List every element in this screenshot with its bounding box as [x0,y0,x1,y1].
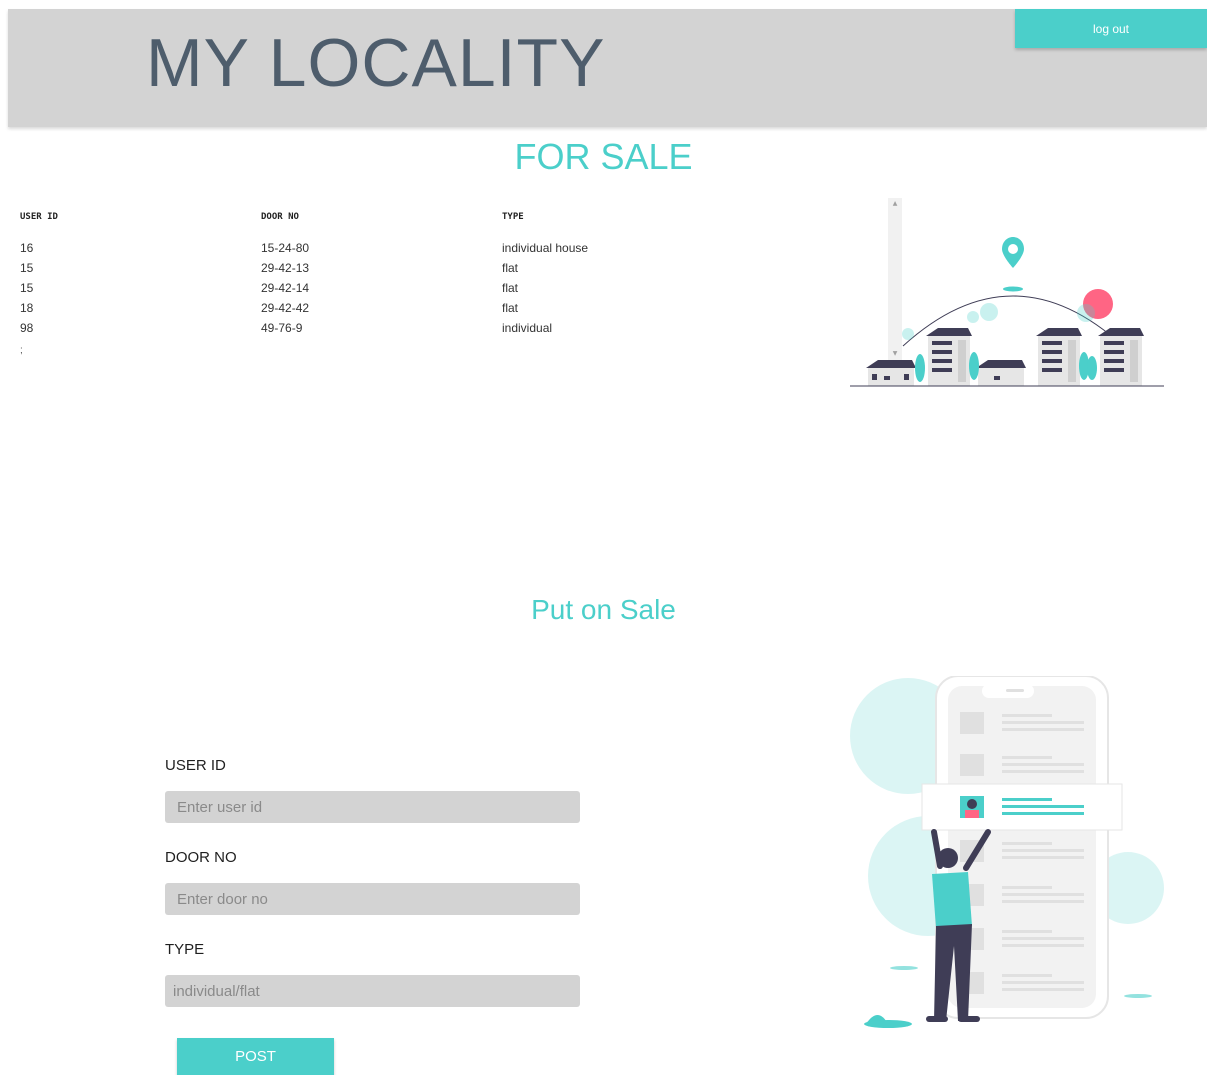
cell-user-id: 15 [20,261,34,275]
phone-illustration [850,676,1164,1028]
table-row: 18 29-42-42 flat [20,298,702,318]
cell-type: flat [502,261,519,275]
table-row: 15 29-42-14 flat [20,278,702,298]
cell-user-id: 15 [20,281,34,295]
column-header-type: TYPE [502,212,524,222]
cell-type: flat [502,281,519,295]
avatar-icon [960,796,984,818]
put-on-sale-title: Put on Sale [531,594,676,625]
cell-type: flat [502,301,519,315]
cell-door-no: 29-42-42 [261,301,310,315]
for-sale-table: USER ID DOOR NO TYPE 16 15-24-80 individ… [20,212,702,338]
stray-text: ; [20,345,23,356]
cell-door-no: 29-42-13 [261,261,310,275]
post-button[interactable]: POST [177,1038,334,1075]
column-header-door-no: DOOR NO [261,212,299,222]
cell-door-no: 49-76-9 [261,321,303,335]
table-row: 16 15-24-80 individual house [20,238,702,258]
type-input[interactable] [165,975,580,1007]
cell-door-no: 29-42-14 [261,281,310,295]
column-header-user-id: USER ID [20,212,58,222]
site-title: MY LOCALITY [146,25,606,101]
door-no-label: DOOR NO [165,849,237,866]
door-no-input[interactable] [165,883,580,915]
cell-door-no: 15-24-80 [261,241,310,255]
table-row: 15 29-42-13 flat [20,258,702,278]
table-header-row: USER ID DOOR NO TYPE [20,212,702,238]
logout-button[interactable]: log out [1015,9,1207,48]
table-row: 98 49-76-9 individual [20,318,702,338]
cell-type: individual [502,321,553,335]
city-illustration [850,237,1164,387]
user-id-input[interactable] [165,791,580,823]
cell-type: individual house [502,241,589,255]
type-label: TYPE [165,941,205,958]
for-sale-title: FOR SALE [514,136,693,177]
cell-user-id: 16 [20,241,34,255]
cell-user-id: 98 [20,321,34,335]
location-pin-icon [1002,237,1024,292]
scroll-up-arrow-icon[interactable]: ▲ [888,198,902,210]
cell-user-id: 18 [20,301,34,315]
user-id-label: USER ID [165,757,226,774]
